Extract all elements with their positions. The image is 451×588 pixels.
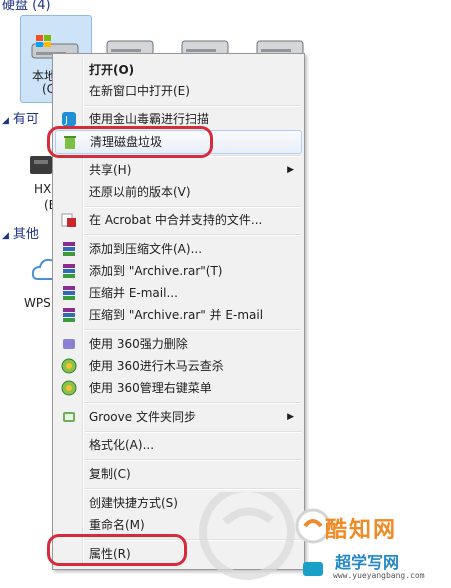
menu-item-label: 还原以前的版本(V) — [89, 185, 191, 199]
menu-separator — [85, 234, 301, 236]
menu-item-add-archive[interactable]: 添加到压缩文件(A)... — [55, 238, 302, 260]
menu-separator — [85, 329, 301, 331]
menu-item-label: 重命名(M) — [89, 518, 145, 532]
group-header-removable[interactable]: ◢ 有可 — [2, 108, 39, 127]
menu-item-add-rar[interactable]: 添加到 "Archive.rar"(T) — [55, 260, 302, 282]
winrar-icon — [61, 241, 77, 257]
360-logo-icon — [61, 358, 77, 374]
menu-separator — [85, 105, 301, 107]
menu-item-compress-rar-email[interactable]: 压缩到 "Archive.rar" 并 E-mail — [55, 304, 302, 326]
menu-item-360-delete[interactable]: 使用 360强力删除 — [55, 333, 302, 355]
group-header-disks[interactable]: 硬盘 (4) — [2, 0, 51, 13]
watermark-title: 酷知网 — [325, 518, 398, 543]
collapse-arrow-icon[interactable]: ◢ — [2, 116, 9, 126]
kingsoft-shield-icon: J — [61, 111, 77, 127]
highlight-oval-properties — [47, 534, 187, 566]
menu-item-compress-email[interactable]: 压缩并 E-mail... — [55, 282, 302, 304]
360-delete-icon — [61, 336, 77, 352]
menu-separator — [85, 431, 301, 433]
submenu-arrow-icon: ▶ — [287, 165, 294, 175]
watermark-site: 超学写网 — [335, 553, 400, 572]
360-logo-icon — [61, 380, 77, 396]
svg-text:J: J — [64, 115, 68, 126]
menu-item-360-manage[interactable]: 使用 360管理右键菜单 — [55, 377, 302, 399]
drive-label: WPS — [24, 296, 51, 310]
group-header-label: 硬盘 (4) — [2, 0, 51, 13]
menu-item-format[interactable]: 格式化(A)... — [55, 434, 302, 456]
menu-item-label: 复制(C) — [89, 467, 131, 481]
menu-item-groove[interactable]: Groove 文件夹同步 ▶ — [55, 406, 302, 428]
menu-separator — [85, 488, 301, 490]
menu-item-label: 添加到压缩文件(A)... — [89, 242, 203, 256]
menu-item-share[interactable]: 共享(H) ▶ — [55, 159, 302, 181]
winrar-icon — [61, 263, 77, 279]
group-header-other[interactable]: ◢ 其他 — [2, 223, 39, 242]
menu-item-label: 压缩并 E-mail... — [89, 286, 178, 300]
menu-item-label: 使用 360强力删除 — [89, 337, 188, 351]
watermark-url: www.yueyangbang.com — [333, 571, 425, 580]
menu-item-label: 在新窗口中打开(E) — [89, 84, 190, 98]
collapse-arrow-icon[interactable]: ◢ — [2, 231, 9, 241]
menu-item-label: 添加到 "Archive.rar"(T) — [89, 264, 223, 278]
menu-item-copy[interactable]: 复制(C) — [55, 463, 302, 485]
menu-item-label: 压缩到 "Archive.rar" 并 E-mail — [89, 308, 264, 322]
menu-item-label: 在 Acrobat 中合并支持的文件... — [89, 213, 263, 227]
submenu-arrow-icon: ▶ — [287, 412, 294, 422]
menu-item-label: 使用 360进行木马云查杀 — [89, 359, 224, 373]
menu-item-360-scan[interactable]: 使用 360进行木马云查杀 — [55, 355, 302, 377]
menu-separator — [85, 459, 301, 461]
menu-item-open[interactable]: 打开(O) — [55, 59, 302, 81]
winrar-icon — [61, 285, 77, 301]
group-header-label: 有可 — [12, 112, 39, 127]
menu-item-open-new-window[interactable]: 在新窗口中打开(E) — [55, 80, 302, 102]
menu-item-label: 共享(H) — [89, 163, 132, 177]
menu-item-label: 格式化(A)... — [89, 438, 155, 452]
menu-item-restore[interactable]: 还原以前的版本(V) — [55, 181, 302, 203]
highlight-oval-clean-disk — [47, 126, 213, 158]
groove-icon — [61, 409, 77, 425]
menu-separator — [85, 402, 301, 404]
menu-item-label: 打开(O) — [89, 63, 135, 77]
menu-item-label: 使用 360管理右键菜单 — [89, 381, 212, 395]
winrar-icon — [61, 307, 77, 323]
acrobat-icon — [61, 212, 77, 228]
menu-item-acrobat[interactable]: 在 Acrobat 中合并支持的文件... — [55, 209, 302, 231]
group-header-label: 其他 — [12, 227, 39, 242]
menu-separator — [85, 206, 301, 208]
menu-item-label: 创建快捷方式(S) — [89, 496, 178, 510]
menu-item-label: Groove 文件夹同步 — [89, 410, 196, 424]
